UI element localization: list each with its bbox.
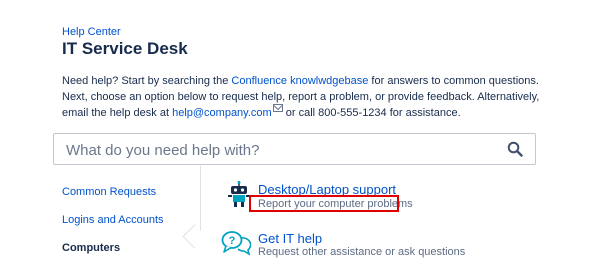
svg-text:?: ?	[229, 235, 236, 247]
request-description-get-it-help: Request other assistance or ask question…	[258, 246, 466, 258]
nav-item-logins-and-accounts[interactable]: Logins and Accounts	[62, 214, 164, 226]
breadcrumb-help-center[interactable]: Help Center	[62, 26, 121, 38]
nav-item-computers[interactable]: Computers	[62, 242, 120, 254]
nav-active-pointer	[182, 224, 207, 249]
intro-text-part-3: or call 800-555-1234 for assistance.	[282, 107, 461, 119]
mail-icon	[272, 104, 283, 112]
nav-item-common-requests[interactable]: Common Requests	[62, 186, 156, 198]
intro-text-part-1: Need help? Start by searching the	[62, 75, 232, 87]
request-title-get-it-help[interactable]: Get IT help	[258, 231, 322, 246]
question-bubble-icon: ?	[221, 231, 251, 256]
search-icon[interactable]	[507, 141, 523, 157]
intro-text: Need help? Start by searching the Conflu…	[62, 73, 542, 121]
search-input[interactable]	[64, 134, 488, 166]
email-link[interactable]: help@company.com	[172, 107, 272, 119]
search-box	[53, 133, 536, 166]
highlight-box	[249, 195, 399, 212]
knowledge-base-link[interactable]: Confluence knowlwdgebase	[231, 75, 368, 87]
page-title: IT Service Desk	[62, 39, 188, 58]
robot-icon	[228, 181, 250, 207]
